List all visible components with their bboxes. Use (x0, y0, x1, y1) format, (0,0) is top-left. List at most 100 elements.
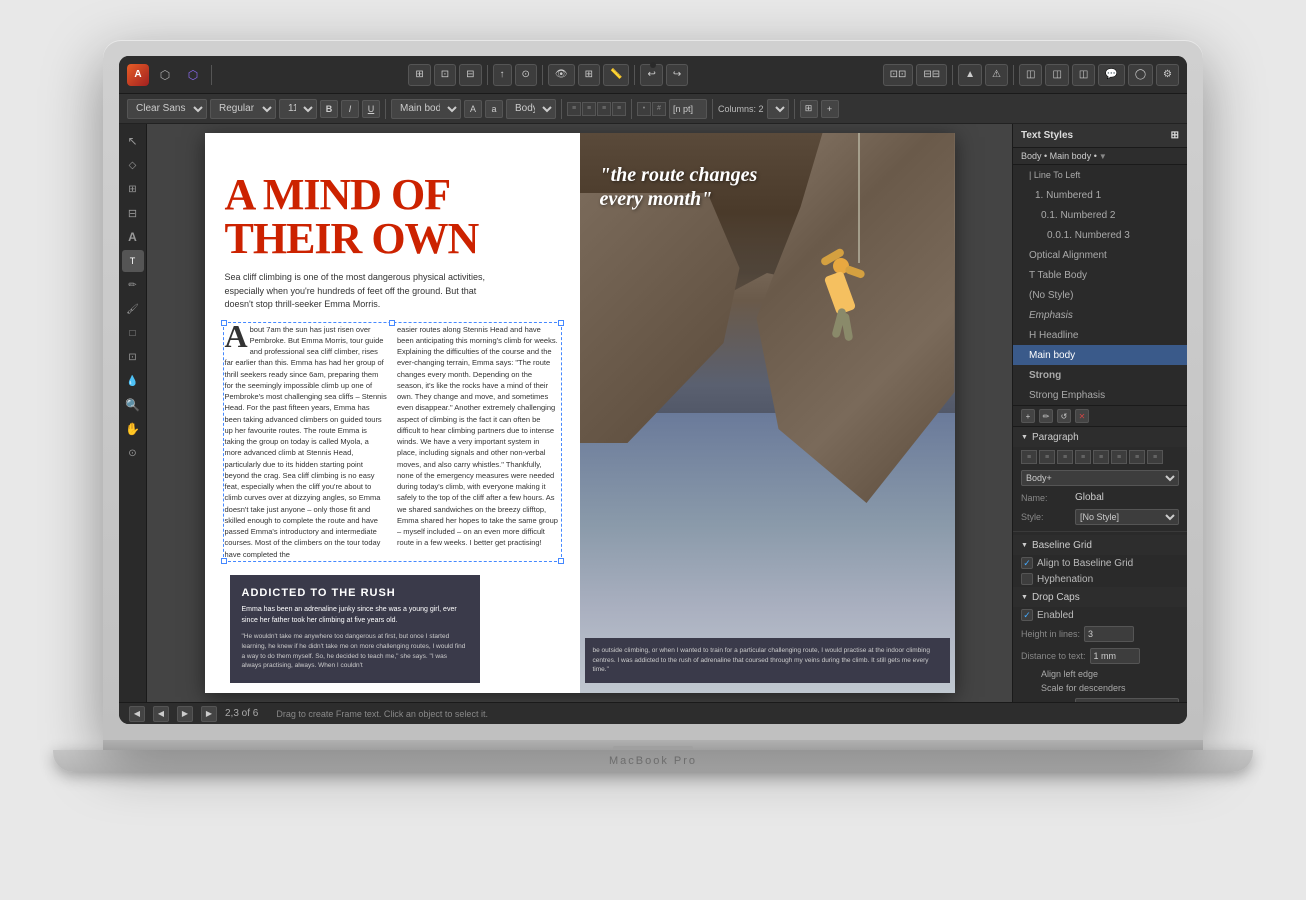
style-numbered-2[interactable]: 0.1. Numbered 2 (1013, 205, 1187, 225)
toolbar-btn-panel3[interactable]: ◫ (1072, 64, 1095, 86)
toolbar-btn-redo[interactable]: ↪ (666, 64, 688, 86)
nav-start-btn[interactable]: ◀ (153, 706, 169, 722)
toolbar-btn-circle[interactable]: ◯ (1128, 64, 1153, 86)
align-right-btn[interactable]: ≡ (597, 102, 611, 116)
toolbar-btn-pages[interactable]: ⊡ (434, 64, 456, 86)
text-style-select[interactable]: Main body (391, 99, 461, 119)
toolbar-btn-chat[interactable]: 💬 (1098, 64, 1124, 86)
italic-button[interactable]: I (341, 100, 359, 118)
drop-caps-checkbox[interactable] (1021, 609, 1033, 621)
tool-shape[interactable]: □ (122, 322, 144, 344)
style-emphasis[interactable]: Emphasis (1013, 305, 1187, 325)
style-sync-icon[interactable]: ↺ (1057, 409, 1071, 423)
tool-node[interactable]: ◇ (122, 154, 144, 176)
tool-eyedropper[interactable]: 💧 (122, 370, 144, 392)
para-align-right[interactable]: ≡ (1057, 450, 1073, 464)
toolbar-btn-export[interactable]: ⊟⊟ (916, 64, 947, 86)
toolbar-btn-panel2[interactable]: ◫ (1045, 64, 1068, 86)
style-line-to-left[interactable]: | Line To Left (1013, 165, 1187, 185)
align-center-btn[interactable]: ≡ (582, 102, 596, 116)
height-in-lines-input[interactable] (1084, 626, 1134, 642)
nav-play-btn[interactable]: ▶ (177, 706, 193, 722)
font-family-select[interactable]: Clear Sans (127, 99, 207, 119)
body-plus-select[interactable]: Body+ (506, 99, 556, 119)
tool-text[interactable]: A (122, 226, 144, 248)
para-align-j3[interactable]: ≡ (1111, 450, 1127, 464)
style-numbered-1[interactable]: 1. Numbered 1 (1013, 185, 1187, 205)
style-no-style[interactable]: (No Style) (1013, 285, 1187, 305)
style-adjust-btn[interactable]: A (464, 100, 482, 118)
paragraph-section-header[interactable]: ▼ Paragraph (1013, 427, 1187, 447)
style-main-body[interactable]: Main body (1013, 345, 1187, 365)
style-dropdown[interactable]: [No Style] (1075, 509, 1179, 525)
tool-crop[interactable]: ⊞ (122, 178, 144, 200)
style-delete-icon[interactable]: ✕ (1075, 409, 1089, 423)
table-btn[interactable]: ⊞ (800, 100, 818, 118)
toolbar-btn-warning[interactable]: ⚠ (985, 64, 1008, 86)
drop-caps-header[interactable]: ▼ Drop Caps (1013, 587, 1187, 607)
para-align-justify[interactable]: ≡ (1075, 450, 1091, 464)
align-to-baseline-checkbox[interactable] (1021, 557, 1033, 569)
tool-frame-text[interactable]: T (122, 250, 144, 272)
underline-button[interactable]: U (362, 100, 380, 118)
style-headline[interactable]: H Headline (1013, 325, 1187, 345)
tool-move[interactable]: ↖ (122, 130, 144, 152)
para-align-j4[interactable]: ≡ (1129, 450, 1145, 464)
insert-btn[interactable]: + (821, 100, 839, 118)
toolbar-btn-view[interactable]: ⊞ (408, 64, 430, 86)
hyphenation-checkbox[interactable] (1021, 573, 1033, 585)
baseline-grid-header[interactable]: ▼ Baseline Grid (1013, 535, 1187, 555)
style-char-btn[interactable]: a (485, 100, 503, 118)
para-align-center[interactable]: ≡ (1039, 450, 1055, 464)
columns-count-select[interactable]: 2 (767, 99, 789, 119)
align-left-btn[interactable]: ≡ (567, 102, 581, 116)
numbered-list-btn[interactable]: # (652, 102, 666, 116)
page-spread: A MIND OF THEIR OWN Sea cliff climbing i… (205, 133, 955, 693)
tool-misc[interactable]: ⊙ (122, 442, 144, 464)
font-style-select[interactable]: Regular (210, 99, 276, 119)
toolbar-icon-2[interactable]: ⬡ (181, 63, 205, 87)
style-table-body[interactable]: T Table Body (1013, 265, 1187, 285)
tool-fill[interactable]: ⊟ (122, 202, 144, 224)
style-numbered-3[interactable]: 0.0.1. Numbered 3 (1013, 225, 1187, 245)
style-edit-icon[interactable]: ✏ (1039, 409, 1053, 423)
distance-input[interactable] (1090, 648, 1140, 664)
toolbar-btn-link[interactable]: ⊟ (459, 64, 481, 86)
align-justify-btn[interactable]: ≡ (612, 102, 626, 116)
tool-paint[interactable]: 🖌 (122, 298, 144, 320)
para-align-j2[interactable]: ≡ (1093, 450, 1109, 464)
body-plus-dropdown[interactable]: Body+ (1021, 470, 1179, 486)
left-page: A MIND OF THEIR OWN Sea cliff climbing i… (205, 133, 580, 693)
toolbar-btn-up[interactable]: ↑ (493, 64, 512, 86)
bold-button[interactable]: B (320, 100, 338, 118)
toolbar-btn-ruler[interactable]: 📏 (603, 64, 629, 86)
tool-image[interactable]: ⊡ (122, 346, 144, 368)
toolbar-btn-panel1[interactable]: ◫ (1019, 64, 1042, 86)
indent-size[interactable]: [n pt] (669, 99, 707, 119)
toolbar-icon-1[interactable]: ⬡ (153, 63, 177, 87)
canvas-area[interactable]: A MIND OF THEIR OWN Sea cliff climbing i… (147, 124, 1012, 702)
panel-options-icon[interactable]: ⊞ (1171, 130, 1179, 141)
tool-zoom[interactable]: 🔍 (122, 394, 144, 416)
style-strong-emphasis[interactable]: Strong Emphasis (1013, 385, 1187, 405)
toolbar-btn-pan[interactable]: ⊙ (515, 64, 537, 86)
bullet-list-btn[interactable]: • (637, 102, 651, 116)
style-strong[interactable]: Strong (1013, 365, 1187, 385)
style-new-icon[interactable]: + (1021, 409, 1035, 423)
para-align-j5[interactable]: ≡ (1147, 450, 1163, 464)
toolbar-btn-share[interactable]: ⊡⊡ (883, 64, 914, 86)
toolbar-btn-eye[interactable]: 👁 (548, 64, 575, 86)
drop-style-row: Style: [No Style] (1013, 695, 1187, 702)
tool-pen[interactable]: ✏ (122, 274, 144, 296)
font-size-select[interactable]: 11 pt (279, 99, 317, 119)
nav-next-btn[interactable]: ▶ (201, 706, 217, 722)
para-align-left[interactable]: ≡ (1021, 450, 1037, 464)
toolbar-btn-grid[interactable]: ⊞ (578, 64, 600, 86)
toolbar-btn-triangle[interactable]: ▲ (958, 64, 982, 86)
tool-pan[interactable]: ✋ (122, 418, 144, 440)
toolbar-sep-2 (487, 65, 488, 85)
style-optical[interactable]: Optical Alignment (1013, 245, 1187, 265)
nav-prev-btn[interactable]: ◀ (129, 706, 145, 722)
toolbar-btn-settings[interactable]: ⚙ (1156, 64, 1179, 86)
affinity-logo-icon[interactable]: A (127, 64, 149, 86)
